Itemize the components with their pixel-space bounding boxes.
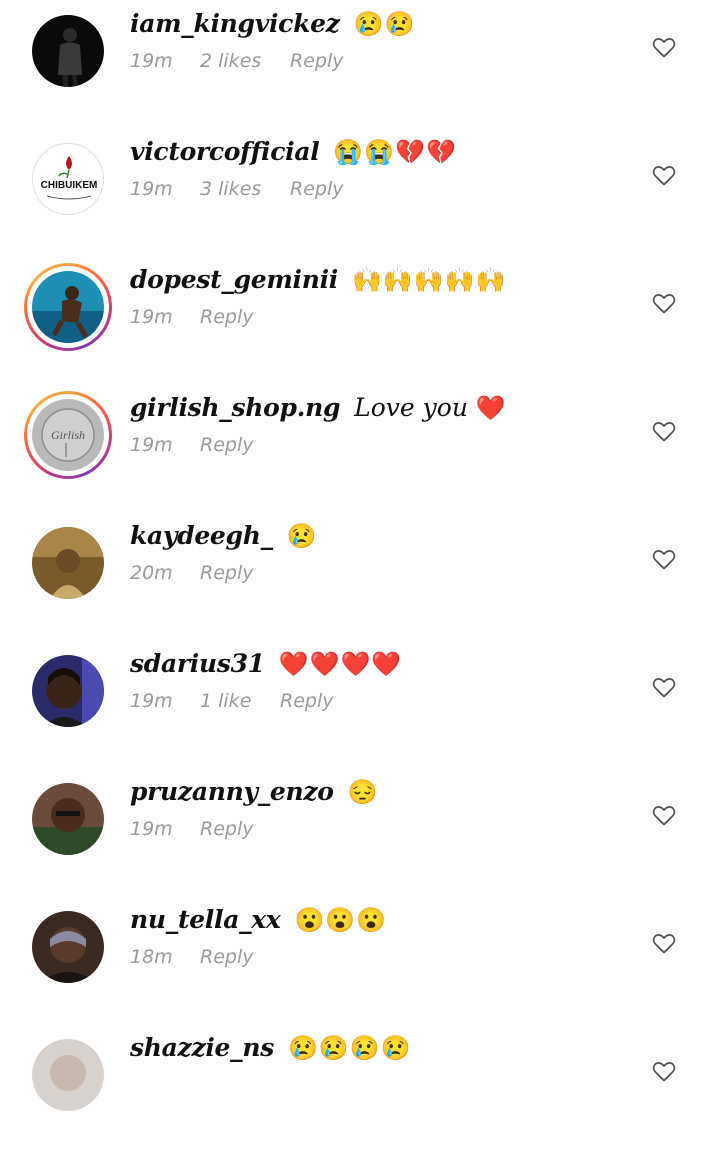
comment-time: 18m [130, 946, 173, 968]
comment-time: 19m [130, 306, 173, 328]
comment-likes[interactable]: 3 likes [200, 178, 290, 200]
comment-item: nu_tella_xx 😮😮😮 18m Reply [0, 896, 720, 1024]
avatar[interactable] [32, 911, 104, 983]
avatar-image [32, 1039, 104, 1111]
reply-button[interactable]: Reply [200, 434, 253, 456]
story-ring[interactable] [24, 263, 112, 351]
comment-username[interactable]: victorcofficial [130, 137, 320, 166]
comment-emoji: 😢😢 [353, 10, 416, 38]
comment-emoji: 😭😭💔💔 [333, 138, 457, 166]
avatar-image [32, 911, 104, 983]
reply-button[interactable]: Reply [280, 690, 333, 712]
comment-emoji: 😢 [286, 522, 318, 550]
comment-username[interactable]: iam_kingvickez [130, 9, 340, 38]
comment-item: sdarius31 ❤️❤️❤️❤️ 19m 1 like Reply [0, 640, 720, 768]
avatar-image [32, 527, 104, 599]
avatar-wrap[interactable] [24, 1031, 112, 1119]
reply-button[interactable]: Reply [290, 50, 343, 72]
heart-outline-icon[interactable] [652, 292, 676, 314]
avatar[interactable] [32, 527, 104, 599]
comment-item: shazzie_ns 😢😢😢😢 [0, 1024, 720, 1152]
comment-time: 19m [130, 178, 173, 200]
avatar-image: Girlish [32, 399, 104, 471]
avatar[interactable] [32, 655, 104, 727]
avatar-wrap[interactable]: CHIBUIKEM [24, 135, 112, 223]
reply-button[interactable]: Reply [200, 946, 253, 968]
comment-item: dopest_geminii 🙌🙌🙌🙌🙌 19m Reply [0, 256, 720, 384]
heart-outline-icon[interactable] [652, 676, 676, 698]
comment-text: Love you [354, 393, 468, 422]
avatar-wrap[interactable] [24, 903, 112, 991]
avatar-text: Girlish [51, 428, 85, 442]
avatar-image [32, 15, 104, 87]
comment-emoji: 😮😮😮 [294, 906, 388, 934]
comment-likes[interactable]: 1 like [200, 690, 280, 712]
avatar-image [32, 655, 104, 727]
reply-button[interactable]: Reply [290, 178, 343, 200]
comment-item: iam_kingvickez 😢😢 19m 2 likes Reply [0, 0, 720, 128]
heart-outline-icon[interactable] [652, 804, 676, 826]
reply-button[interactable]: Reply [200, 818, 253, 840]
comment-username[interactable]: shazzie_ns [130, 1033, 274, 1062]
avatar-wrap[interactable] [24, 263, 112, 351]
avatar[interactable]: CHIBUIKEM [32, 143, 104, 215]
avatar-wrap[interactable]: Girlish [24, 391, 112, 479]
comment-username[interactable]: dopest_geminii [130, 265, 338, 294]
comment-emoji: ❤️❤️❤️❤️ [278, 650, 403, 678]
avatar[interactable] [32, 1039, 104, 1111]
avatar[interactable] [32, 271, 104, 343]
comment-list: iam_kingvickez 😢😢 19m 2 likes Reply CHIBUI… [0, 0, 720, 1152]
comment-likes[interactable]: 2 likes [200, 50, 290, 72]
comment-username[interactable]: pruzanny_enzo [130, 777, 334, 806]
story-ring[interactable]: Girlish [24, 391, 112, 479]
comment-item: kaydeegh_ 😢 20m Reply [0, 512, 720, 640]
heart-outline-icon[interactable] [652, 164, 676, 186]
comment-emoji: 😔 [347, 778, 379, 806]
avatar-image [32, 271, 104, 343]
comment-username[interactable]: sdarius31 [130, 649, 265, 678]
avatar-wrap[interactable] [24, 775, 112, 863]
heart-outline-icon[interactable] [652, 420, 676, 442]
comment-time: 19m [130, 690, 173, 712]
comment-item: pruzanny_enzo 😔 19m Reply [0, 768, 720, 896]
comment-time: 19m [130, 434, 173, 456]
avatar[interactable] [32, 783, 104, 855]
avatar-text: CHIBUIKEM [41, 180, 98, 191]
reply-button[interactable]: Reply [200, 306, 253, 328]
comment-time: 19m [130, 50, 173, 72]
avatar-wrap[interactable] [24, 647, 112, 735]
comment-emoji: 🙌🙌🙌🙌🙌 [351, 266, 507, 294]
comment-item: Girlish girlish_shop.ng Love you ❤️ 19m R… [0, 384, 720, 512]
avatar[interactable]: Girlish [32, 399, 104, 471]
comment-emoji: 😢😢😢😢 [287, 1034, 412, 1062]
heart-outline-icon[interactable] [652, 548, 676, 570]
comment-item: CHIBUIKEM victorcofficial 😭😭💔💔 19m 3 like… [0, 128, 720, 256]
comment-time: 19m [130, 818, 173, 840]
avatar[interactable] [32, 15, 104, 87]
comment-username[interactable]: girlish_shop.ng [130, 393, 340, 422]
comment-emoji: ❤️ [475, 394, 507, 422]
avatar-wrap[interactable] [24, 7, 112, 95]
reply-button[interactable]: Reply [200, 562, 253, 584]
comment-username[interactable]: nu_tella_xx [130, 905, 281, 934]
avatar-image [32, 783, 104, 855]
heart-outline-icon[interactable] [652, 932, 676, 954]
avatar-image: CHIBUIKEM [33, 144, 103, 214]
heart-outline-icon[interactable] [652, 1060, 676, 1082]
comment-username[interactable]: kaydeegh_ [130, 521, 273, 550]
avatar-wrap[interactable] [24, 519, 112, 607]
comment-time: 20m [130, 562, 173, 584]
heart-outline-icon[interactable] [652, 36, 676, 58]
